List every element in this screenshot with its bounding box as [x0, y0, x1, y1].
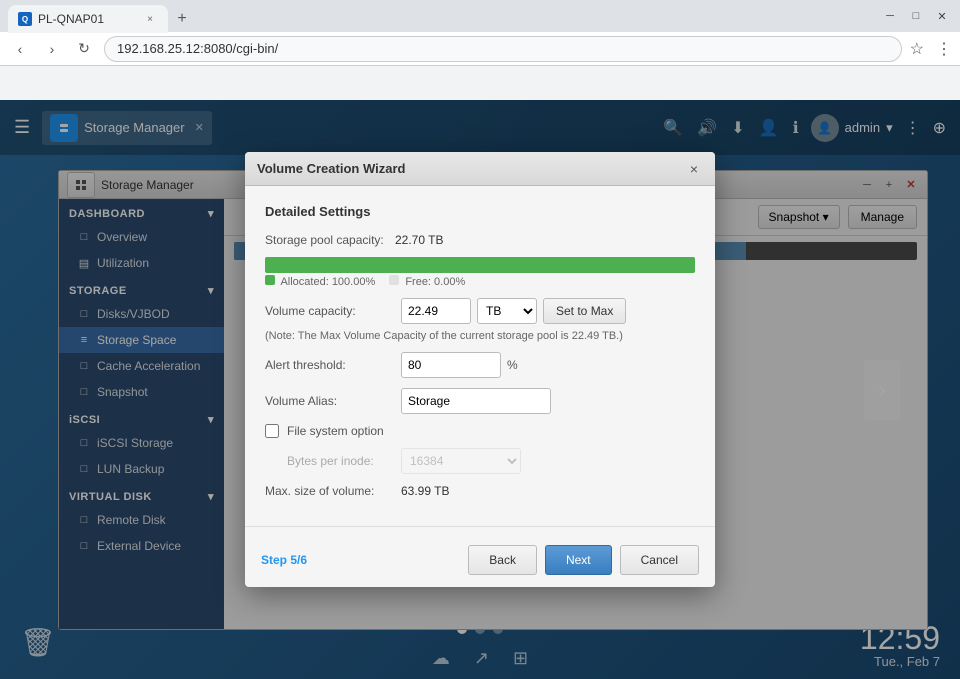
- alert-threshold-row: Alert threshold: %: [265, 352, 695, 378]
- modal-overlay: Volume Creation Wizard × Detailed Settin…: [0, 100, 960, 679]
- storage-pool-row: Storage pool capacity: 22.70 TB: [265, 233, 695, 247]
- free-legend: Free: 0.00%: [389, 275, 465, 288]
- storage-pool-value: 22.70 TB: [395, 233, 443, 247]
- filesystem-option-row: File system option: [265, 424, 695, 438]
- volume-unit-select[interactable]: TB GB MB: [477, 298, 537, 324]
- allocated-legend: Allocated: 100.00%: [265, 275, 375, 288]
- browser-tab[interactable]: Q PL-QNAP01 ×: [8, 5, 168, 33]
- forward-btn[interactable]: ›: [40, 37, 64, 61]
- wizard-title-text: Volume Creation Wizard: [257, 161, 685, 176]
- volume-alias-input[interactable]: [401, 388, 551, 414]
- set-max-button[interactable]: Set to Max: [543, 298, 626, 324]
- filesystem-option-label: File system option: [287, 424, 384, 438]
- filesystem-checkbox[interactable]: [265, 424, 279, 438]
- allocated-dot: [265, 275, 275, 285]
- bytes-per-inode-row: Bytes per inode: 16384: [265, 448, 695, 474]
- star-icon[interactable]: ☆: [910, 39, 924, 59]
- close-btn[interactable]: ✕: [932, 6, 952, 26]
- bytes-per-inode-label: Bytes per inode:: [287, 454, 395, 468]
- storage-pool-label: Storage pool capacity:: [265, 233, 395, 247]
- bytes-per-inode-select[interactable]: 16384: [401, 448, 521, 474]
- volume-alias-label: Volume Alias:: [265, 394, 395, 408]
- tab-close-btn[interactable]: ×: [142, 11, 158, 27]
- modal-divider: [245, 526, 715, 527]
- wizard-modal: Volume Creation Wizard × Detailed Settin…: [245, 152, 715, 587]
- url-field[interactable]: [104, 36, 902, 62]
- wizard-body: Detailed Settings Storage pool capacity:…: [245, 186, 715, 526]
- alert-threshold-input[interactable]: [401, 352, 501, 378]
- note-text: (Note: The Max Volume Capacity of the cu…: [265, 330, 695, 342]
- volume-capacity-input[interactable]: [401, 298, 471, 324]
- back-btn[interactable]: ‹: [8, 37, 32, 61]
- tab-favicon: Q: [18, 12, 32, 26]
- volume-alias-row: Volume Alias:: [265, 388, 695, 414]
- title-bar: Q PL-QNAP01 × + ─ □ ✕: [0, 0, 960, 32]
- more-icon[interactable]: ⋮: [936, 39, 952, 59]
- alert-threshold-unit: %: [507, 358, 518, 372]
- new-tab-btn[interactable]: +: [168, 5, 196, 33]
- alert-threshold-label: Alert threshold:: [265, 358, 395, 372]
- browser-toolbar-icons: ☆ ⋮: [910, 39, 952, 59]
- cancel-button[interactable]: Cancel: [620, 545, 699, 575]
- maximize-btn[interactable]: □: [906, 6, 926, 26]
- wizard-close-btn[interactable]: ×: [685, 160, 703, 178]
- tab-title: PL-QNAP01: [38, 12, 104, 26]
- wizard-title-bar: Volume Creation Wizard ×: [245, 152, 715, 186]
- max-size-row: Max. size of volume: 63.99 TB: [265, 484, 695, 498]
- minimize-btn[interactable]: ─: [880, 6, 900, 26]
- wizard-footer: Step 5/6 Back Next Cancel: [245, 537, 715, 587]
- capacity-bar-section: Allocated: 100.00% Free: 0.00%: [265, 257, 695, 288]
- reload-btn[interactable]: ↻: [72, 37, 96, 61]
- capacity-bar-fill: [265, 257, 695, 273]
- volume-capacity-row: Volume capacity: TB GB MB Set to Max: [265, 298, 695, 324]
- browser-chrome: Q PL-QNAP01 × + ─ □ ✕ ‹ › ↻ ☆ ⋮: [0, 0, 960, 100]
- window-controls: ─ □ ✕: [880, 6, 952, 26]
- capacity-legend: Allocated: 100.00% Free: 0.00%: [265, 275, 695, 288]
- next-button[interactable]: Next: [545, 545, 612, 575]
- max-size-value: 63.99 TB: [401, 484, 449, 498]
- capacity-bar-wrap: [265, 257, 695, 273]
- address-bar: ‹ › ↻ ☆ ⋮: [0, 32, 960, 66]
- back-button[interactable]: Back: [468, 545, 537, 575]
- wizard-section-title: Detailed Settings: [265, 204, 695, 219]
- volume-capacity-label: Volume capacity:: [265, 304, 395, 318]
- step-label: Step 5/6: [261, 553, 460, 567]
- max-size-label: Max. size of volume:: [265, 484, 395, 498]
- free-dot: [389, 275, 399, 285]
